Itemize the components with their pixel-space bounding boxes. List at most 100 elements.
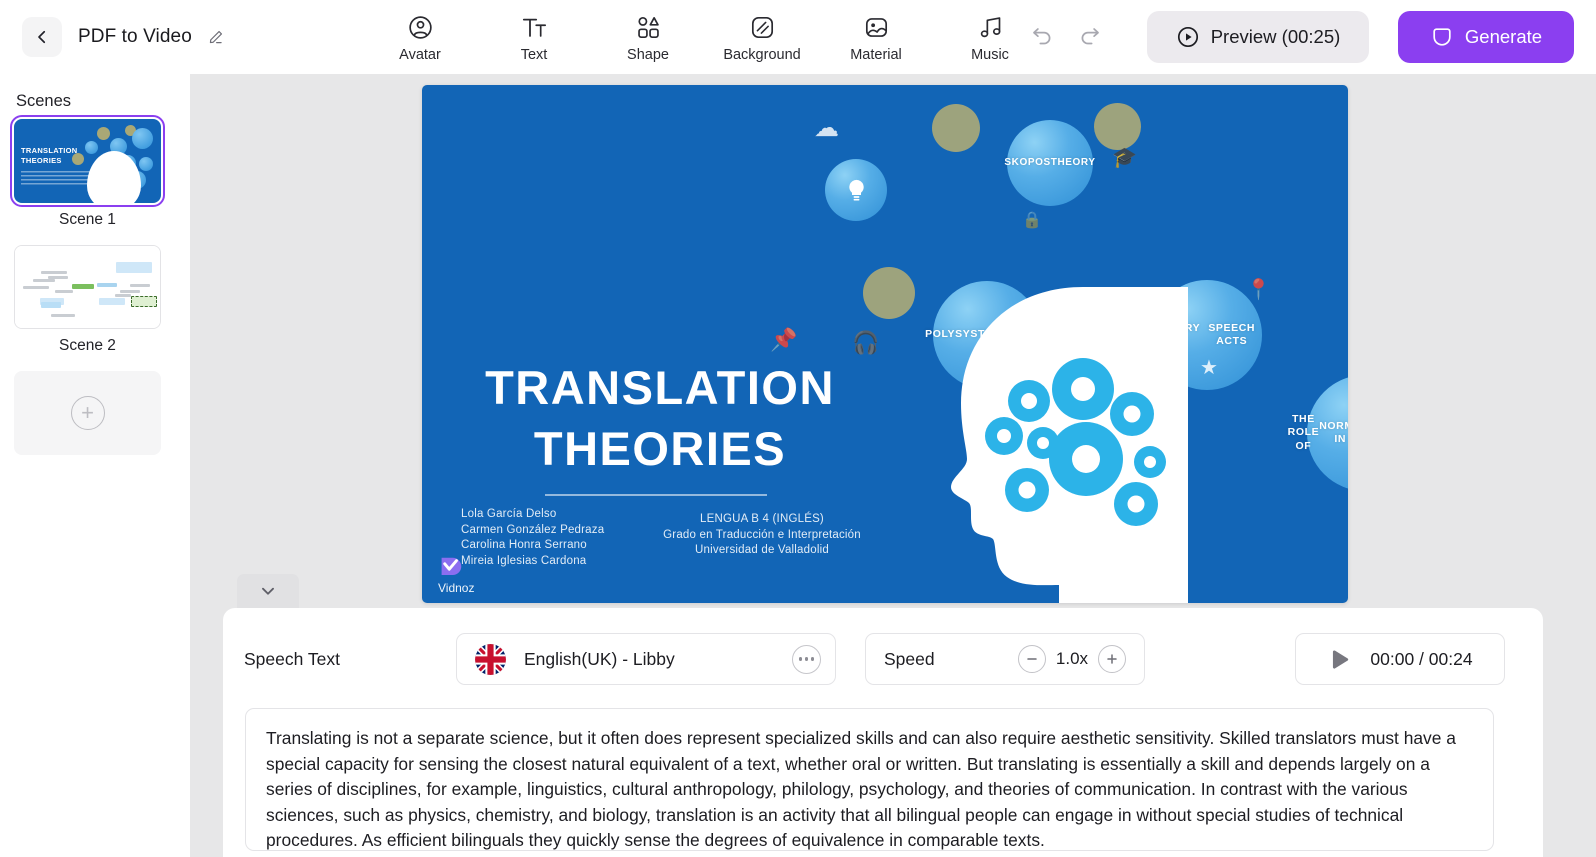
scene-2-preview: [15, 246, 160, 328]
slide-authors: Lola García Delso Carmen González Pedraz…: [461, 507, 604, 569]
theory-bubble: SKOPOS THEORY: [1004, 120, 1095, 206]
background-icon: [749, 12, 776, 42]
scenes-title: Scenes: [16, 92, 72, 110]
app-header: PDF to Video Avatar Text Shape Backgroun…: [0, 0, 1596, 74]
author-name: Mireia Iglesias Cardona: [461, 554, 587, 567]
add-scene-button[interactable]: +: [14, 371, 161, 455]
slide-title: TRANSLATION THEORIES: [460, 357, 860, 479]
decor-circle: [1094, 103, 1141, 150]
pushpin-icon: 📌: [770, 327, 798, 352]
course-line: LENGUA B 4 (INGLÉS): [700, 513, 824, 525]
tool-label: Material: [850, 47, 902, 63]
speech-text-label: Speech Text: [244, 648, 340, 669]
speech-text-input[interactable]: [245, 708, 1494, 851]
generate-label: Generate: [1464, 26, 1543, 47]
text-icon: [521, 12, 548, 42]
history-controls: [1029, 24, 1103, 50]
undo-button[interactable]: [1029, 24, 1055, 50]
page-title: PDF to Video: [78, 26, 192, 47]
editor-toolbar: Avatar Text Shape Background Material Mu…: [383, 6, 1027, 63]
canvas-stage: SKOPOSTHEORY FUNCTIONALISTTHEORY POLYSYS…: [190, 74, 1596, 857]
tool-background[interactable]: Background: [723, 6, 801, 63]
scene-item-2[interactable]: Scene 2: [14, 245, 161, 355]
tool-label: Music: [971, 47, 1009, 63]
scene-thumbnail-2[interactable]: [14, 245, 161, 329]
tool-label: Avatar: [399, 47, 441, 63]
speech-text-panel: Speech Text English(UK) - Libby Speed 1.…: [223, 608, 1543, 857]
scene-item-1[interactable]: TRANSLATION THEORIES Scene 1: [10, 115, 165, 229]
audio-player[interactable]: 00:00 / 00:24: [1295, 633, 1505, 685]
scene-label: Scene 2: [59, 337, 116, 354]
redo-button[interactable]: [1077, 24, 1103, 50]
voice-select[interactable]: English(UK) - Libby: [456, 633, 836, 685]
author-name: Carolina Honra Serrano: [461, 539, 587, 551]
speed-decrease-button[interactable]: [1018, 645, 1046, 673]
head-silhouette-icon: [951, 287, 1188, 603]
speed-increase-button[interactable]: [1098, 645, 1126, 673]
sparkle-icon: [1433, 28, 1451, 46]
graduation-cap-icon: 🎓: [1112, 147, 1137, 169]
location-pin-icon: 📍: [1246, 279, 1271, 301]
play-circle-icon: [1177, 26, 1198, 48]
headphones-icon: 🎧: [852, 330, 880, 355]
music-icon: [977, 12, 1004, 42]
slide-title-line2: THEORIES: [533, 422, 787, 475]
decor-circle: [932, 104, 980, 152]
tool-music[interactable]: Music: [953, 6, 1027, 63]
scene-1-preview: TRANSLATION THEORIES: [14, 119, 161, 203]
collapse-panel-button[interactable]: [237, 574, 299, 608]
decor-circle: [863, 267, 915, 319]
uk-flag-icon: [475, 643, 506, 675]
speed-label: Speed: [884, 648, 935, 669]
slide-title-line1: TRANSLATION: [485, 361, 835, 414]
course-line: Universidad de Valladolid: [695, 544, 829, 556]
avatar-icon: [407, 12, 434, 42]
shape-icon: [635, 12, 662, 42]
tool-shape[interactable]: Shape: [611, 6, 685, 63]
cloud-icon: ☁: [814, 114, 839, 142]
undo-icon: [1033, 28, 1051, 45]
preview-label: Preview (00:25): [1210, 26, 1341, 47]
theory-bubble: THE ROLE OFNORMS INTRANSLATION: [1288, 375, 1348, 491]
slide-course-info: LENGUA B 4 (INGLÉS) Grado en Traducción …: [637, 512, 887, 559]
header-left-group: PDF to Video: [22, 17, 225, 57]
watermark-label: Vidnoz: [438, 581, 475, 595]
course-line: Grado en Traducción e Interpretación: [663, 528, 861, 541]
speech-controls-row: Speech Text English(UK) - Libby Speed 1.…: [244, 633, 1505, 685]
chevron-down-icon: [262, 587, 274, 595]
star-icon: ★: [1200, 357, 1218, 379]
speed-control: Speed 1.0x: [865, 633, 1145, 685]
plus-icon: +: [70, 396, 105, 430]
lightbulb-bubble: [825, 159, 887, 221]
tool-text[interactable]: Text: [497, 6, 571, 63]
author-name: Lola García Delso: [461, 508, 557, 520]
tool-label: Text: [520, 47, 548, 63]
author-name: Carmen González Pedraza: [461, 523, 605, 536]
vidnoz-watermark: Vidnoz: [438, 553, 474, 595]
generate-button[interactable]: Generate: [1398, 11, 1574, 63]
voice-name: English(UK) - Libby: [524, 648, 675, 669]
audio-time: 00:00 / 00:24: [1370, 648, 1473, 669]
chevron-left-icon: [38, 30, 46, 44]
lock-icon: 🔒: [1022, 212, 1042, 229]
play-icon: [1333, 649, 1349, 669]
speed-value: 1.0x: [1055, 649, 1089, 668]
back-button[interactable]: [22, 17, 62, 57]
redo-icon: [1081, 28, 1099, 45]
preview-button[interactable]: Preview (00:25): [1147, 11, 1369, 63]
lightbulb-icon: [848, 179, 864, 201]
scene-thumbnail-1[interactable]: TRANSLATION THEORIES: [10, 115, 165, 207]
edit-title-button[interactable]: [206, 28, 225, 47]
tool-material[interactable]: Material: [839, 6, 913, 63]
tool-label: Shape: [627, 47, 669, 63]
material-icon: [863, 12, 890, 42]
pencil-icon: [209, 30, 222, 43]
tool-label: Background: [723, 47, 801, 63]
vidnoz-logo-icon: [441, 557, 462, 576]
header-right-group: Preview (00:25) Generate: [1029, 0, 1574, 74]
tool-avatar[interactable]: Avatar: [383, 6, 457, 63]
scene-label: Scene 1: [59, 211, 116, 228]
slide-canvas[interactable]: SKOPOSTHEORY FUNCTIONALISTTHEORY POLYSYS…: [422, 85, 1348, 603]
more-options-icon[interactable]: [792, 644, 821, 674]
title-divider: [545, 494, 767, 496]
